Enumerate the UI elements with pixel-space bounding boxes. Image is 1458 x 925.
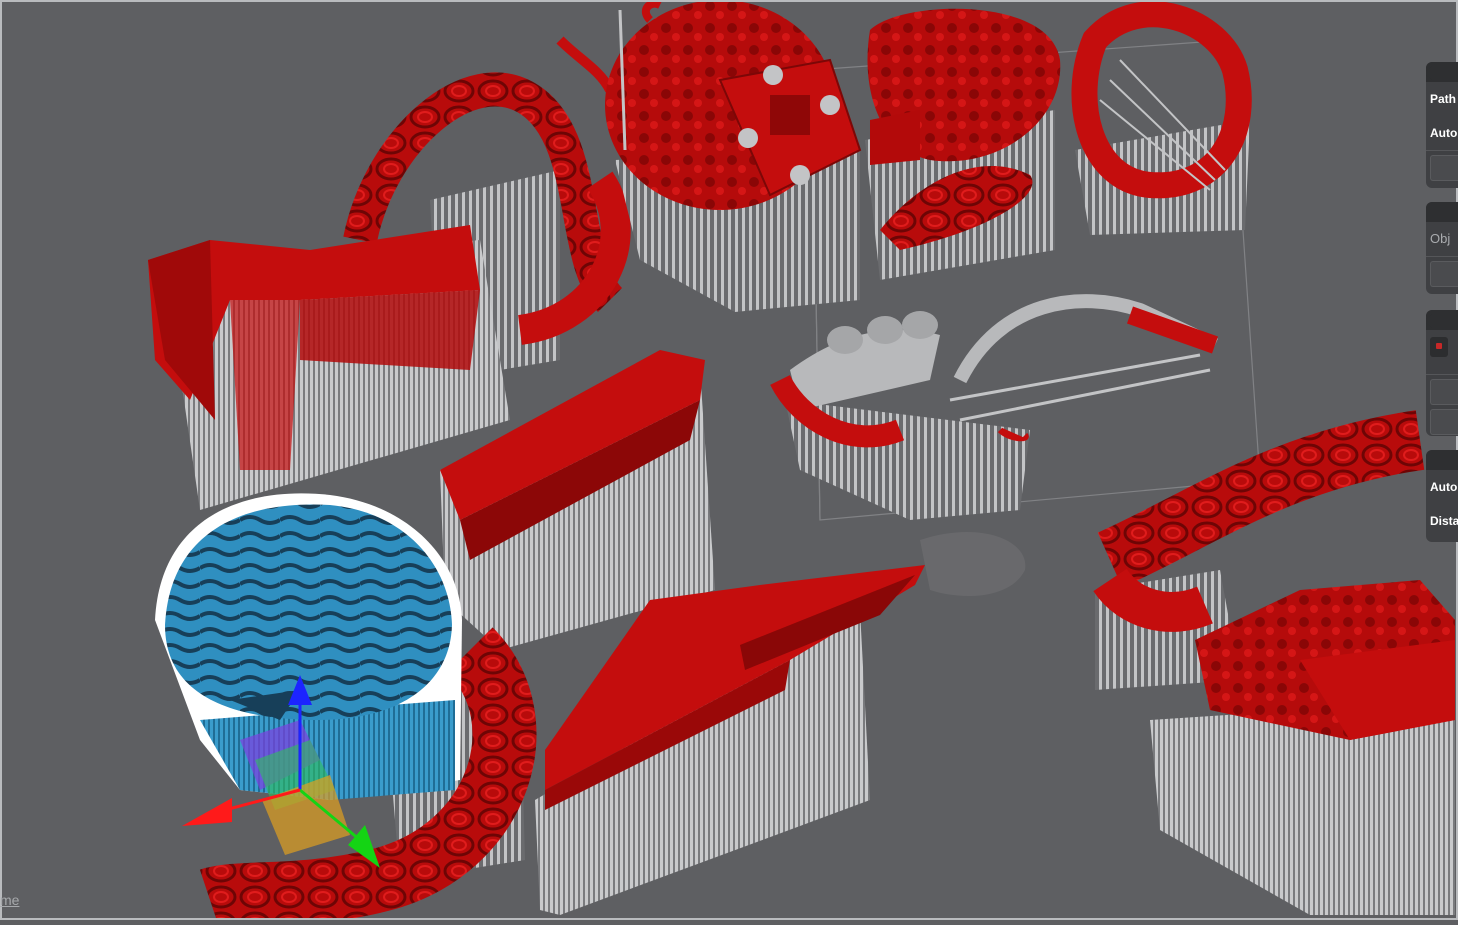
panel-objects-header[interactable] <box>1426 202 1458 222</box>
panel-layers-header[interactable] <box>1426 310 1458 330</box>
scene-canvas[interactable] <box>0 0 1458 925</box>
collapse-arrow-icon <box>1426 314 1432 328</box>
panel-supports-auto-label: Auto <box>1430 126 1458 140</box>
corner-link[interactable]: me <box>0 892 19 908</box>
panel-supports-header[interactable] <box>1426 62 1458 82</box>
panel-generation[interactable]: Auto Dista <box>1426 450 1458 542</box>
panel-supports-button[interactable] <box>1430 155 1458 181</box>
divider <box>1426 374 1458 375</box>
panel-generation-header[interactable] <box>1426 450 1458 470</box>
model-creature-head[interactable] <box>865 8 1061 280</box>
panel-generation-auto-label: Auto <box>1430 480 1458 494</box>
panel-layers[interactable] <box>1426 310 1458 436</box>
panel-supports[interactable]: Path Auto <box>1426 62 1458 188</box>
collapse-arrow-icon <box>1426 66 1432 80</box>
divider <box>1426 150 1458 151</box>
color-swatch-icon[interactable] <box>1430 337 1448 357</box>
build-plate-viewport[interactable] <box>0 0 1458 925</box>
model-tentacle-loop[interactable] <box>1071 1 1252 235</box>
model-brain-blob[interactable] <box>605 0 862 312</box>
panel-layers-color-row[interactable] <box>1426 330 1458 374</box>
divider <box>1426 256 1458 257</box>
panel-layers-button-2[interactable] <box>1430 409 1458 435</box>
panel-supports-path-label: Path <box>1430 92 1457 106</box>
panel-generation-distance-label: Dista <box>1430 514 1458 528</box>
panel-layers-button-1[interactable] <box>1430 379 1458 405</box>
panel-objects-label: Obj <box>1430 231 1451 246</box>
panel-objects-button[interactable] <box>1430 261 1458 287</box>
panel-objects[interactable]: Obj <box>1426 202 1458 294</box>
